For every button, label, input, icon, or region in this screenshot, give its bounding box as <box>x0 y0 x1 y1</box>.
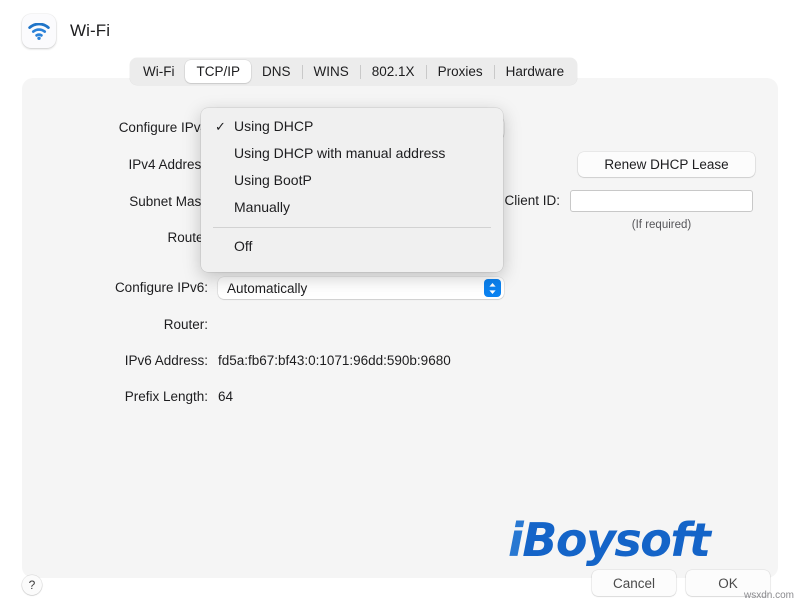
tab-dns[interactable]: DNS <box>251 60 302 83</box>
menu-item-using-bootp[interactable]: Using BootP <box>201 167 503 194</box>
client-id-hint: (If required) <box>631 219 692 231</box>
tab-wins[interactable]: WINS <box>303 60 360 83</box>
menu-item-manually[interactable]: Manually <box>201 194 503 221</box>
cancel-button[interactable]: Cancel <box>592 570 676 596</box>
menu-item-label: Using DHCP with manual address <box>234 145 446 161</box>
ok-button-label: OK <box>718 575 738 591</box>
ipv6-address-value: fd5a:fb67:bf43:0:1071:96dd:590b:9680 <box>218 353 451 368</box>
chevron-updown-icon <box>484 279 501 297</box>
renew-dhcp-lease-label: Renew DHCP Lease <box>604 157 729 172</box>
prefix-length-value: 64 <box>218 389 234 404</box>
configure-ipv6-value: Automatically <box>227 280 308 296</box>
configure-ipv6-popup[interactable]: Automatically <box>218 277 504 299</box>
menu-item-using-dhcp[interactable]: ✓ Using DHCP <box>201 113 503 140</box>
ipv6-router-label: Router: <box>163 317 208 332</box>
menu-item-label: Manually <box>234 199 291 215</box>
page-title: Wi-Fi <box>70 21 111 40</box>
checkmark-icon: ✓ <box>215 119 226 134</box>
configure-ipv4-menu[interactable]: ✓ Using DHCP Using DHCP with manual addr… <box>201 108 503 272</box>
menu-item-using-dhcp-manual[interactable]: Using DHCP with manual address <box>201 140 503 167</box>
renew-dhcp-lease-button[interactable]: Renew DHCP Lease <box>578 152 755 177</box>
tab-tcpip[interactable]: TCP/IP <box>185 60 251 83</box>
menu-separator <box>213 227 491 228</box>
menu-item-off[interactable]: Off <box>201 233 503 260</box>
subnet-mask-label: Subnet Mask <box>129 194 208 209</box>
client-id-input[interactable] <box>570 190 753 212</box>
menu-item-label: Using DHCP <box>234 118 314 134</box>
configure-ipv6-label: Configure IPv6: <box>114 280 208 295</box>
ipv4-router-label: Router <box>167 230 208 245</box>
tab-proxies[interactable]: Proxies <box>427 60 494 83</box>
tab-bar: Wi-Fi TCP/IP DNS WINS 802.1X Proxies Har… <box>130 58 578 85</box>
menu-item-label: Using BootP <box>234 172 312 188</box>
ipv6-address-label: IPv6 Address: <box>124 353 208 368</box>
configure-ipv4-label: Configure IPv4 <box>118 120 208 135</box>
tab-wifi[interactable]: Wi-Fi <box>132 60 185 83</box>
menu-item-label: Off <box>234 238 253 254</box>
site-watermark: wsxdn.com <box>743 590 794 601</box>
wifi-icon <box>22 14 56 48</box>
tab-hardware[interactable]: Hardware <box>495 60 576 83</box>
tab-8021x[interactable]: 802.1X <box>361 60 426 83</box>
help-button[interactable]: ? <box>22 575 42 595</box>
cancel-button-label: Cancel <box>612 575 656 591</box>
prefix-length-label: Prefix Length: <box>124 389 208 404</box>
window-header: Wi-Fi <box>22 14 110 48</box>
help-button-label: ? <box>28 578 36 592</box>
ipv4-address-label: IPv4 Address <box>128 157 208 172</box>
